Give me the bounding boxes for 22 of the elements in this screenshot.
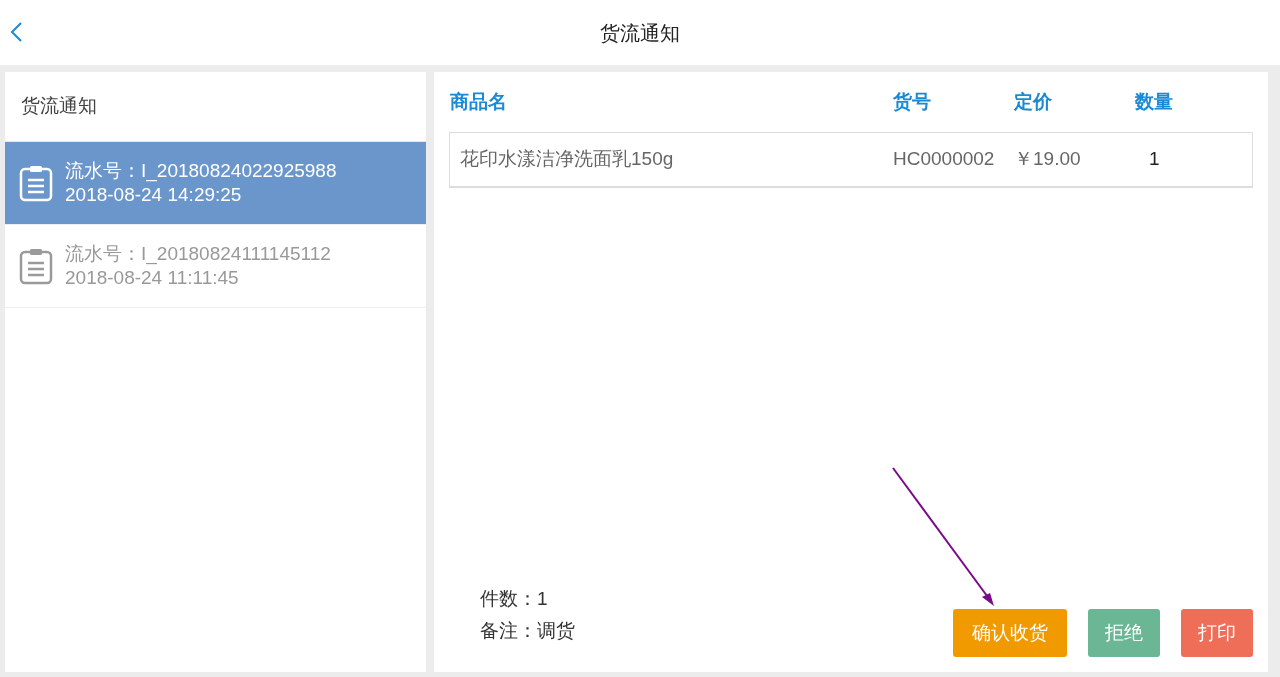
reject-button[interactable]: 拒绝	[1088, 609, 1160, 657]
table-cell-text: ￥19.00	[1014, 147, 1082, 172]
column-header: 货号	[893, 89, 932, 114]
table-cell-text: 花印水漾洁净洗面乳150g	[459, 147, 675, 172]
record-time: 2018-08-24 11:11:45	[65, 266, 240, 290]
column-header: 定价	[1014, 89, 1053, 114]
record-item[interactable]: 流水号：I_20180824022925988 2018-08-24 14:29:25	[5, 142, 426, 225]
page-title: 货流通知	[600, 20, 680, 46]
column-header: 数量	[1135, 89, 1174, 114]
confirm-button[interactable]: 确认收货	[953, 609, 1067, 657]
record-time: 2018-08-24 14:29:25	[65, 183, 243, 207]
summary-text: 件数：1	[480, 587, 549, 611]
summary-text: 备注：调货	[480, 619, 575, 643]
serial-number: 流水号：I_20180824111145112	[65, 242, 331, 266]
clipboard-icon	[19, 164, 53, 202]
table-cell-text: HC0000002	[893, 147, 996, 172]
serial-number: 流水号：I_20180824022925988	[65, 159, 337, 183]
print-button[interactable]: 打印	[1181, 609, 1253, 657]
table-cell-text: 1	[1148, 147, 1161, 172]
back-icon[interactable]	[10, 22, 23, 42]
column-header: 商品名	[449, 89, 508, 114]
clipboard-icon	[19, 247, 53, 285]
